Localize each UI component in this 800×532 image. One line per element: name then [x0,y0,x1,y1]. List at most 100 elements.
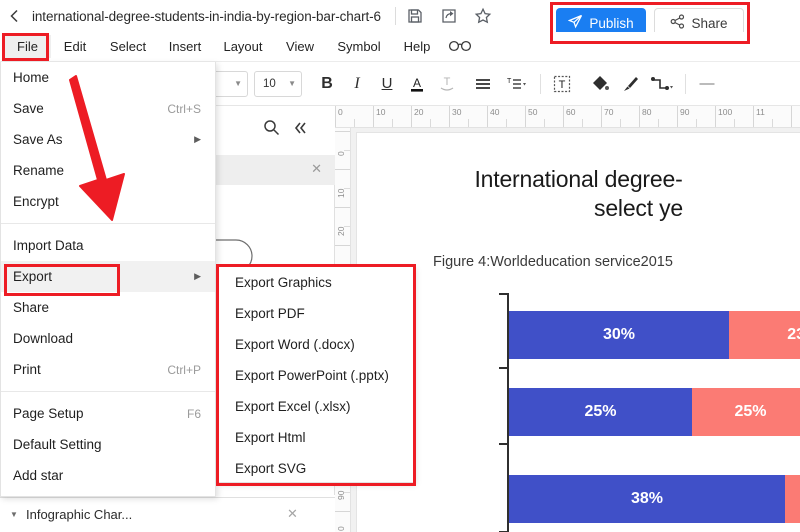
menu-layout[interactable]: Layout [213,35,273,58]
italic-button[interactable]: I [342,70,372,98]
menu-item-export-powerpoint[interactable]: Export PowerPoint (.pptx) [219,360,413,391]
bar-segment-red: 25% [692,388,800,436]
table-row[interactable]: 38% [509,475,800,523]
search-icon[interactable] [263,119,280,141]
menu-item-print[interactable]: Print Ctrl+P [1,354,215,385]
close-icon[interactable]: ✕ [287,506,298,522]
export-submenu[interactable]: Export Graphics Export PDF Export Word (… [218,266,414,483]
horizontal-ruler[interactable]: 0 10 20 30 40 50 60 70 80 90 100 11 [335,106,800,128]
font-size-select[interactable]: 10 ▼ [254,70,302,97]
paint-bucket-icon [593,75,609,90]
document-heading: International degree- select ye [357,165,800,224]
ruler-tick-label: 11 [756,107,765,117]
panel-toolstrip [255,110,335,150]
menu-item-save[interactable]: Save Ctrl+S [1,93,215,124]
menu-view[interactable]: View [273,35,327,58]
title-bar: international-degree-students-in-india-b… [0,0,800,38]
menu-file[interactable]: File [4,35,51,58]
menu-item-rename[interactable]: Rename [1,155,215,186]
chevron-left-icon[interactable] [0,0,30,32]
bar-segment-blue: 38% [509,475,785,523]
menu-item-export-excel[interactable]: Export Excel (.xlsx) [219,391,413,422]
ruler-tick-label: 0 [336,151,346,156]
menu-item-share[interactable]: Share [1,292,215,323]
file-dropdown-menu[interactable]: Home Save Ctrl+S Save As ▶ Rename Encryp… [0,62,216,497]
menu-item-import-data[interactable]: Import Data [1,230,215,261]
page-title: international-degree-students-in-india-b… [32,8,381,24]
menu-item-add-star[interactable]: Add star [1,460,215,491]
menu-item-download[interactable]: Download [1,323,215,354]
axis-tick [499,443,508,445]
svg-text:T: T [444,76,451,88]
double-chevron-left-icon[interactable] [292,120,308,141]
font-color-icon: A [411,76,423,92]
menu-item-export-pdf[interactable]: Export PDF [219,298,413,329]
export-share-icon[interactable] [440,7,458,25]
menu-item-export-graphics[interactable]: Export Graphics [219,267,413,298]
ruler-tick-label: 30 [452,107,462,117]
fill-color-button[interactable] [585,70,615,98]
more-options-button[interactable]: — [692,70,722,98]
chevron-right-icon: ▶ [194,134,201,144]
divider [1,223,215,224]
menu-symbol[interactable]: Symbol [327,35,391,58]
menu-item-save-as[interactable]: Save As ▶ [1,124,215,155]
align-button[interactable] [468,70,498,98]
line-spacing-button[interactable]: T [498,70,534,98]
menu-item-page-setup[interactable]: Page Setup F6 [1,398,215,429]
menu-select[interactable]: Select [99,35,157,58]
text-box-button[interactable]: T [547,70,577,98]
brush-button[interactable] [615,70,645,98]
menu-insert[interactable]: Insert [157,35,213,58]
menu-edit[interactable]: Edit [51,35,99,58]
menu-item-home[interactable]: Home [1,62,215,93]
menu-help[interactable]: Help [391,35,443,58]
ruler-tick-label: 0 [338,107,343,117]
axis-tick [499,367,508,369]
underline-button[interactable]: U [372,70,402,98]
infographic-charts-panel[interactable]: ▼ Infographic Char... ✕ [0,497,335,532]
menu-item-export-html[interactable]: Export Html [219,422,413,453]
line-spacing-icon: T [507,78,526,89]
connector-icon [651,76,673,90]
shortcut-label: Ctrl+S [167,101,201,116]
glasses-icon[interactable] [443,34,477,59]
star-icon[interactable] [474,7,492,25]
menu-item-default-setting[interactable]: Default Setting [1,429,215,460]
text-box-icon: T [553,75,571,92]
ruler-tick-label: 10 [336,188,346,198]
connector-button[interactable] [645,70,679,98]
bold-button[interactable]: B [312,70,342,98]
caret-down-icon[interactable]: ▼ [10,510,18,519]
menu-item-export-word[interactable]: Export Word (.docx) [219,329,413,360]
bar-segment-blue: 25% [509,388,692,436]
align-icon [476,78,490,89]
panel-title: Infographic Char... [26,507,133,522]
menu-item-encrypt[interactable]: Encrypt [1,186,215,217]
chevron-right-icon: ▶ [194,271,201,281]
font-color-button[interactable]: A [402,70,432,98]
bar-chart[interactable]: 2020 2018 2015 30% 23 25% 25% 38% [389,293,800,532]
table-row[interactable]: 25% 25% [509,388,800,436]
text-effect-button[interactable]: T [432,70,462,98]
close-icon[interactable]: ✕ [311,161,322,177]
axis-tick [499,293,508,295]
bar-segment-blue: 30% [509,311,729,359]
table-row[interactable]: 30% 23 [509,311,800,359]
document-page[interactable]: International degree- select ye Figure 4… [357,133,800,532]
bar-segment-red [785,475,800,523]
save-icon[interactable] [406,7,424,25]
publish-label: Publish [589,15,634,31]
menu-item-export[interactable]: Export ▶ [1,261,215,292]
share-nodes-icon [670,14,685,32]
title-bar-icons [406,7,492,25]
ruler-tick-label: 90 [680,107,690,117]
shortcut-label: Ctrl+P [167,362,201,377]
figure-caption: Figure 4:Worldeducation service2015 [433,254,673,270]
menu-item-export-svg[interactable]: Export SVG [219,453,413,484]
ruler-tick-label: 40 [490,107,500,117]
ruler-tick-label: 10 [376,107,386,117]
ruler-tick-label: 50 [528,107,538,117]
svg-text:T: T [559,79,566,91]
application-window: ✕ International degree- select ye Figure… [0,0,800,532]
